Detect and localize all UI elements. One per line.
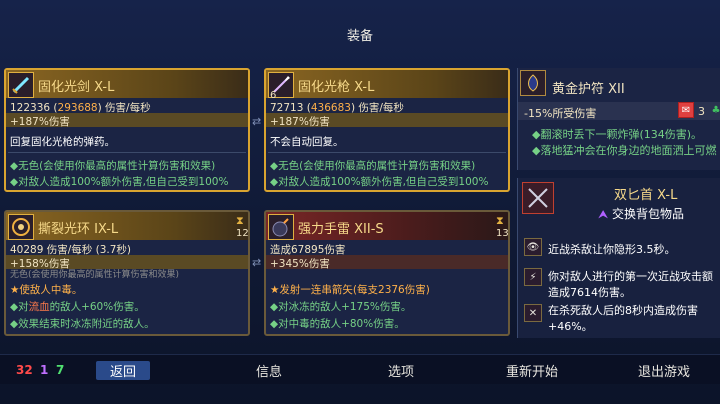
options-button[interactable]: 选项 (388, 361, 414, 380)
item-description: 不会自动回复。 (270, 136, 344, 148)
amulet-stat: -15%所受伤害 (524, 107, 597, 120)
item-card-spear[interactable]: 6 固化光枪 X-L 72713 (436683) 伤害/每秒 +187%伤害 … (264, 68, 510, 192)
scroll-icon: ✉ (678, 102, 694, 118)
red-scroll-count: 32 (16, 363, 33, 377)
potion-icon: ♣ (711, 104, 720, 116)
effect-line: ◆对敌人造成100%额外伤害,但自己受到100% (270, 176, 489, 188)
swap-backpack-button[interactable]: ⮝ 交换背包物品 (598, 205, 684, 222)
item-title: 固化光枪 X-L (298, 80, 375, 95)
item-title: 固化光剑 X-L (38, 80, 115, 95)
cut-text: 无色(会使用你最高的属性计算伤害和效果) (10, 270, 180, 280)
dagger-panel[interactable]: 双匕首 X-L ⮝ 交换背包物品 👁 近战杀敌让你隐形3.5秒。 ⚡ 你对敌人进… (517, 178, 720, 338)
effect-line: ★发射一连串箭矢(每支2376伤害) (270, 284, 430, 296)
sword-icon (8, 72, 34, 98)
cooldown-value: 13 (496, 228, 509, 239)
grenade-icon (268, 214, 294, 240)
dagger-icon (522, 182, 554, 214)
amulet-count: 3 (698, 105, 705, 118)
purple-scroll-count: 1 (40, 363, 49, 377)
divider (268, 152, 506, 153)
effect-line: ★使敌人中毒。 (10, 284, 83, 296)
backpack-icon: ⮝ (598, 207, 609, 221)
amulet-panel[interactable]: 黄金护符 XII -15%所受伤害 ✉ 3 ♣ ◆翻滚时丢下一颗炸弹(134伤害… (517, 68, 720, 170)
stealth-icon: 👁 (524, 238, 542, 256)
cooldown-value: 12 (236, 228, 249, 239)
link-arrow-icon: ⇄ (252, 256, 262, 269)
dagger-title: 双匕首 X-L (614, 188, 678, 203)
effect-line: ◆效果结束时冰冻附近的敌人。 (10, 318, 155, 330)
info-button[interactable]: 信息 (256, 361, 282, 380)
hourglass-icon: ⧗ (496, 214, 504, 227)
dagger-perk: 你对敌人进行的第一次近战攻击额 (548, 270, 713, 283)
first-strike-icon: ⚡ (524, 268, 542, 286)
amulet-effect: ◆翻滚时丢下一颗炸弹(134伤害)。 (532, 128, 703, 141)
hourglass-icon: ⧗ (236, 214, 244, 227)
crit-stat: +187%伤害 (270, 116, 330, 128)
quit-button[interactable]: 退出游戏 (638, 361, 690, 380)
dagger-perk: 在杀死敌人后的8秒内造成伤害 (548, 304, 698, 317)
ring-icon (8, 214, 34, 240)
dagger-perk: +46%。 (548, 320, 593, 333)
amulet-effect: ◆落地猛冲会在你身边的地面洒上可燃 (532, 144, 717, 157)
effect-line: ◆无色(会使用你最高的属性计算伤害和效果) (270, 160, 476, 172)
effect-line: ◆对流血的敌人+60%伤害。 (10, 301, 145, 313)
dagger-perk: 造成7614伤害。 (548, 286, 631, 299)
amulet-icon (520, 70, 546, 96)
green-scroll-count: 7 (56, 363, 65, 377)
page-title: 装备 (346, 29, 373, 44)
bottom-menu-bar: 32 1 7 返回 信息 选项 重新开始 退出游戏 (0, 354, 720, 384)
effect-line: ◆对中毒的敌人+80%伤害。 (270, 318, 405, 330)
crit-stat: +345%伤害 (270, 258, 330, 270)
restart-button[interactable]: 重新开始 (506, 361, 558, 380)
amulet-title: 黄金护符 XII (552, 82, 625, 97)
effect-line: ◆无色(会使用你最高的属性计算伤害和效果) (10, 160, 216, 172)
crit-stat: +187%伤害 (10, 116, 70, 128)
divider (8, 152, 246, 153)
back-button[interactable]: 返回 (96, 361, 151, 380)
link-arrow-icon: ⇄ (252, 115, 262, 128)
effect-line: ◆对敌人造成100%额外伤害,但自己受到100% (10, 176, 229, 188)
effect-line: ◆对冰冻的敌人+175%伤害。 (270, 301, 412, 313)
dagger-perk: 近战杀敌让你隐形3.5秒。 (548, 243, 676, 256)
item-card-sword[interactable]: 固化光剑 X-L 122336 (293688) 伤害/每秒 +187%伤害 回… (4, 68, 250, 192)
item-title: 撕裂光环 IX-L (38, 222, 119, 237)
item-title: 强力手雷 XII-S (298, 222, 384, 237)
item-card-grenade[interactable]: 强力手雷 XII-S ⧗ 13 造成67895伤害 +345%伤害 ★发射一连串… (264, 210, 510, 336)
item-description: 回复固化光枪的弹药。 (10, 136, 115, 148)
kill-buff-icon: ✕ (524, 304, 542, 322)
item-card-ring[interactable]: 撕裂光环 IX-L ⧗ 12 40289 伤害/每秒 (3.7秒) +158%伤… (4, 210, 250, 336)
